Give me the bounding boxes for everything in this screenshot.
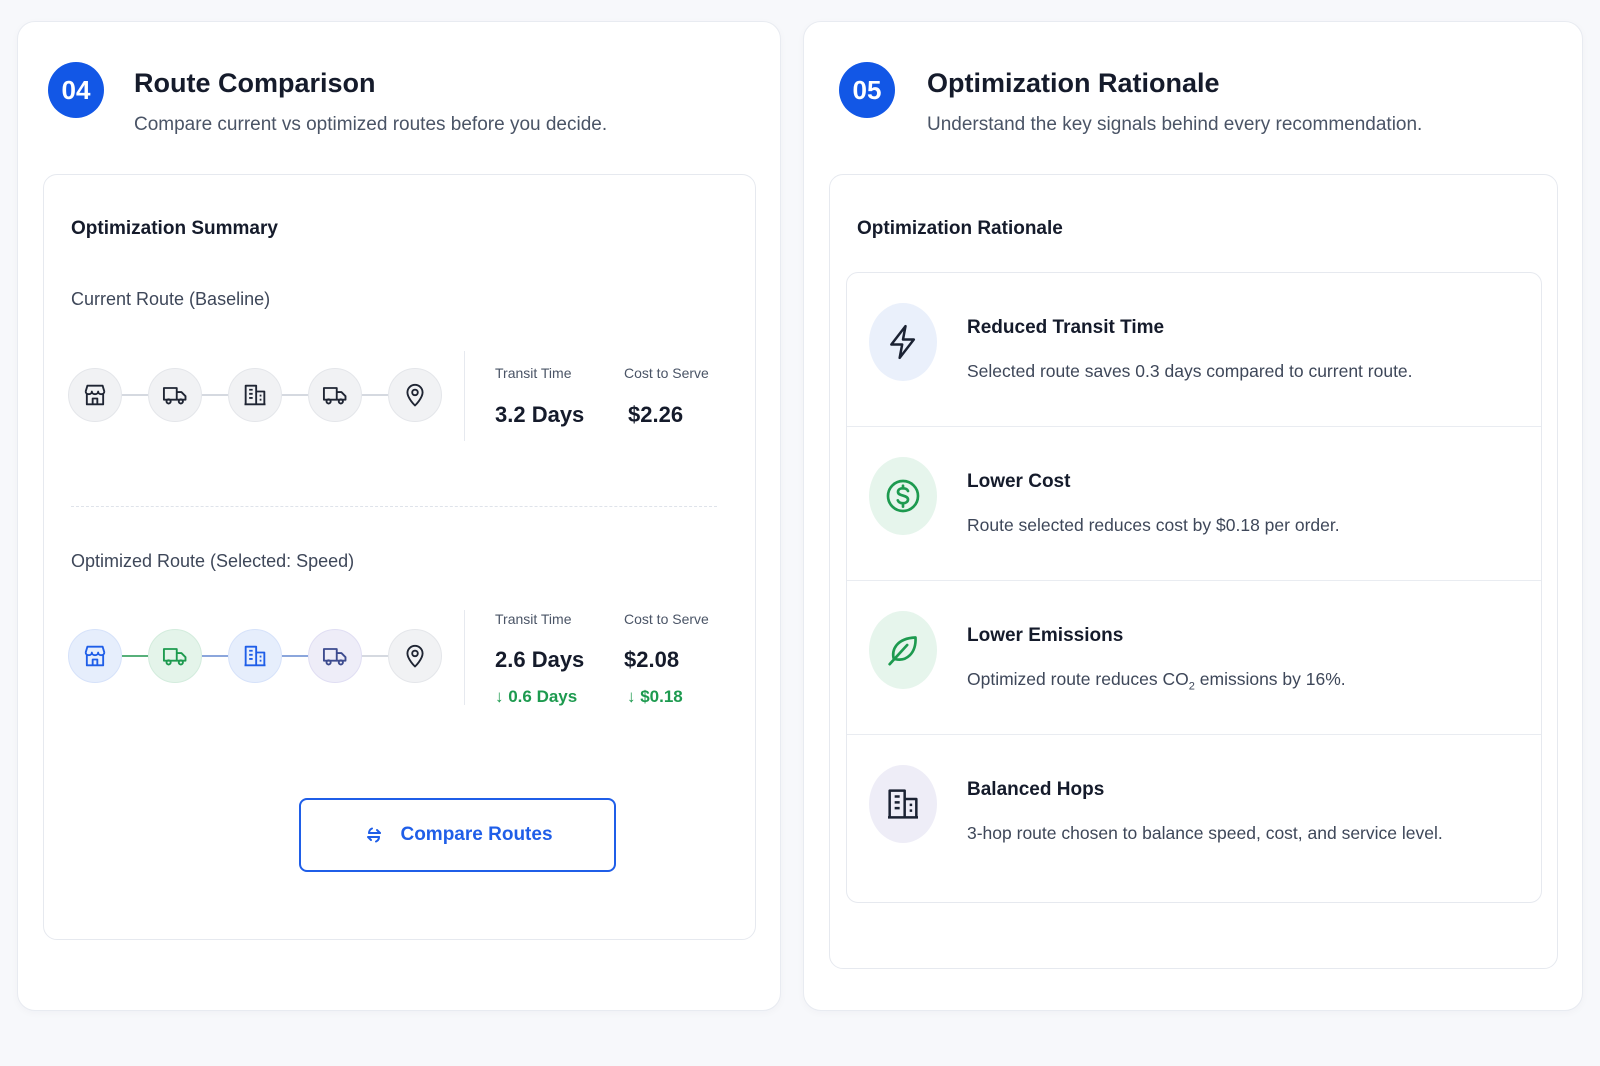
cost-to-serve-label: Cost to Serve bbox=[624, 611, 709, 627]
rationale-title: Reduced Transit Time bbox=[967, 317, 1165, 338]
rationale-title: Lower Emissions bbox=[967, 625, 1124, 646]
rationale-item: Lower Cost Route selected reduces cost b… bbox=[847, 427, 1541, 581]
transit-time-value: 2.6 Days bbox=[495, 647, 585, 672]
cost-to-serve-label: Cost to Serve bbox=[624, 365, 709, 381]
current-route-path bbox=[68, 368, 442, 422]
swap-arrows-icon bbox=[362, 823, 386, 847]
optimization-rationale-card: Optimization Rationale Reduced Transit T… bbox=[829, 174, 1558, 969]
building-icon bbox=[228, 368, 282, 422]
divider bbox=[71, 506, 717, 507]
route-comparison-panel: 04 Route Comparison Compare current vs o… bbox=[17, 21, 781, 1011]
rationale-item: Reduced Transit Time Selected route save… bbox=[847, 273, 1541, 427]
dollar-icon bbox=[869, 457, 937, 535]
compare-routes-button[interactable]: Compare Routes bbox=[299, 798, 616, 872]
rationale-description: Selected route saves 0.3 days compared t… bbox=[967, 361, 1413, 381]
card-title: Optimization Rationale bbox=[857, 218, 1063, 239]
transit-time-label: Transit Time bbox=[495, 365, 572, 381]
cost-to-serve-value: $2.26 bbox=[628, 402, 684, 427]
rationale-item: Balanced Hops 3-hop route chosen to bala… bbox=[847, 735, 1541, 889]
rationale-description: Optimized route reduces CO2 emissions by… bbox=[967, 669, 1346, 693]
compare-routes-label: Compare Routes bbox=[400, 824, 553, 845]
optimized-route-label: Optimized Route (Selected: Speed) bbox=[71, 551, 355, 571]
step-badge: 04 bbox=[48, 62, 104, 118]
card-title: Optimization Summary bbox=[71, 218, 278, 239]
location-pin-icon bbox=[388, 629, 442, 683]
transit-time-label: Transit Time bbox=[495, 611, 572, 627]
section-title: Optimization Rationale bbox=[927, 68, 1220, 98]
step-badge: 05 bbox=[839, 62, 895, 118]
transit-time-value: 3.2 Days bbox=[495, 402, 585, 427]
truck-icon bbox=[308, 368, 362, 422]
section-title: Route Comparison bbox=[134, 68, 376, 98]
leaf-icon bbox=[869, 611, 937, 689]
store-icon bbox=[68, 368, 122, 422]
building-icon bbox=[869, 765, 937, 843]
truck-icon bbox=[148, 368, 202, 422]
rationale-description: 3-hop route chosen to balance speed, cos… bbox=[967, 823, 1443, 843]
section-subtitle: Compare current vs optimized routes befo… bbox=[134, 114, 608, 135]
optimization-rationale-panel: 05 Optimization Rationale Understand the… bbox=[803, 21, 1583, 1011]
cost-to-serve-value: $2.08 bbox=[624, 647, 680, 672]
transit-time-delta: ↓ 0.6 Days bbox=[495, 687, 578, 706]
rationale-list: Reduced Transit Time Selected route save… bbox=[846, 272, 1542, 903]
building-icon bbox=[228, 629, 282, 683]
current-route-label: Current Route (Baseline) bbox=[71, 289, 271, 309]
lightning-icon bbox=[869, 303, 937, 381]
truck-icon bbox=[308, 629, 362, 683]
optimized-route-path bbox=[68, 629, 442, 683]
optimization-summary-card: Optimization Summary Current Route (Base… bbox=[43, 174, 756, 940]
rationale-title: Balanced Hops bbox=[967, 779, 1105, 800]
truck-icon bbox=[148, 629, 202, 683]
rationale-title: Lower Cost bbox=[967, 471, 1071, 492]
section-subtitle: Understand the key signals behind every … bbox=[927, 114, 1423, 135]
rationale-description: Route selected reduces cost by $0.18 per… bbox=[967, 515, 1340, 535]
store-icon bbox=[68, 629, 122, 683]
location-pin-icon bbox=[388, 368, 442, 422]
cost-delta: ↓ $0.18 bbox=[627, 687, 683, 706]
rationale-item: Lower Emissions Optimized route reduces … bbox=[847, 581, 1541, 735]
